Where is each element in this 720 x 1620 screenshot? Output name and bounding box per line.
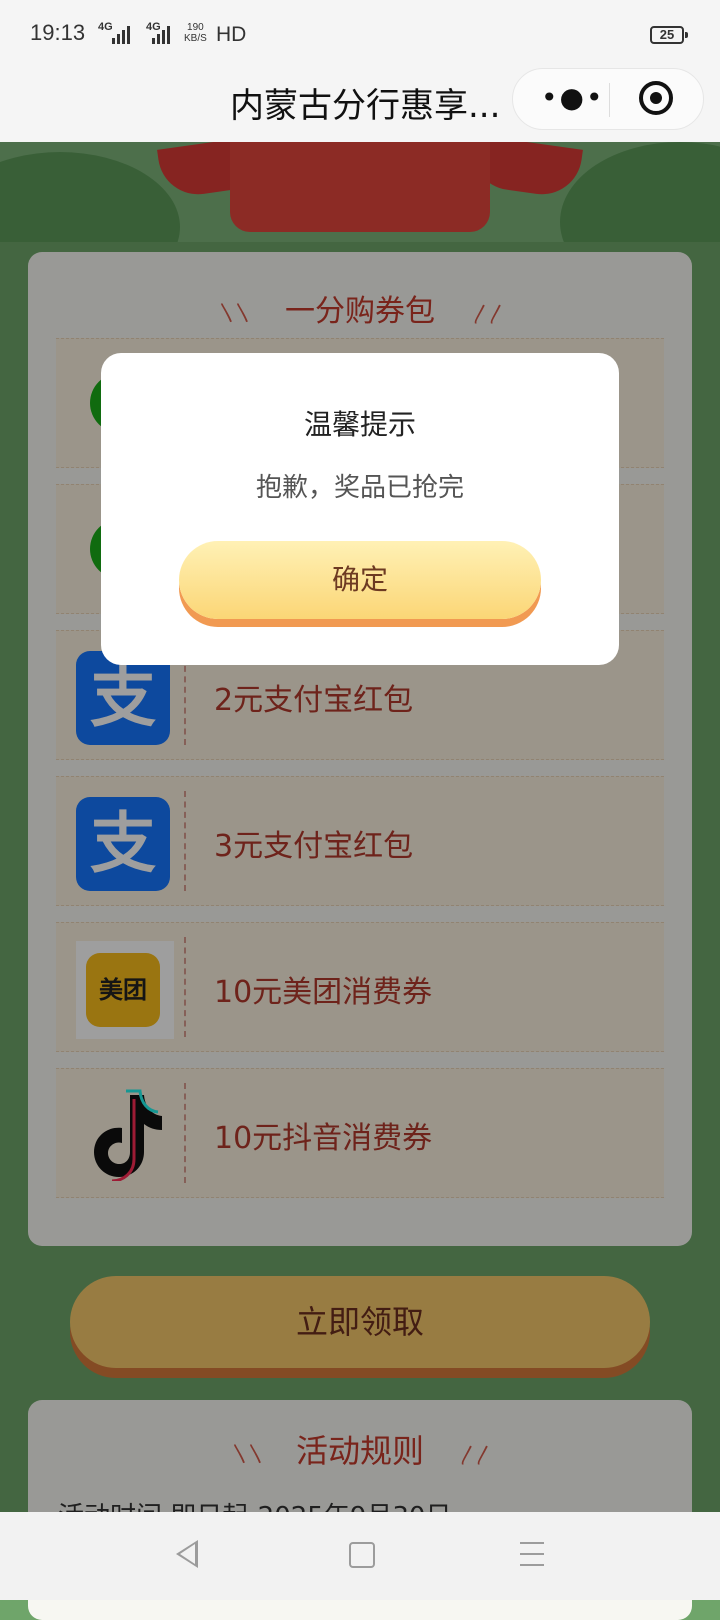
page-title: 内蒙古分行惠享... [230,86,498,126]
hd-indicator: HD [216,23,247,46]
battery-icon: 25 [650,26,688,44]
title-bar: 内蒙古分行惠享... •●• [0,68,720,142]
signal-icon-2 [152,26,170,44]
system-nav-bar [0,1512,720,1600]
home-icon[interactable] [349,1542,375,1568]
signal-icon [112,26,130,44]
status-bar: 19:13 4G 4G 190 KB/S HD 25 [0,0,720,68]
miniprogram-capsule: •●• [512,68,704,130]
capsule-divider [609,83,610,117]
network-speed: 190 KB/S [184,22,207,44]
speed-unit: KB/S [184,33,207,44]
speed-value: 190 [187,22,204,33]
confirm-button[interactable]: 确定 [179,541,541,619]
status-time: 19:13 [30,20,86,45]
network-type-1: 4G [98,21,113,33]
modal-overlay[interactable] [0,142,720,1512]
dialog-title: 温馨提示 [303,408,416,441]
miniprogram-close-icon[interactable] [639,81,673,115]
dialog-message: 抱歉，奖品已抢完 [255,473,464,503]
more-dots-icon[interactable]: •●• [541,84,604,112]
alert-dialog: 温馨提示 抱歉，奖品已抢完 确定 [101,353,619,665]
back-icon[interactable] [176,1540,198,1568]
menu-icon[interactable] [520,1542,544,1566]
